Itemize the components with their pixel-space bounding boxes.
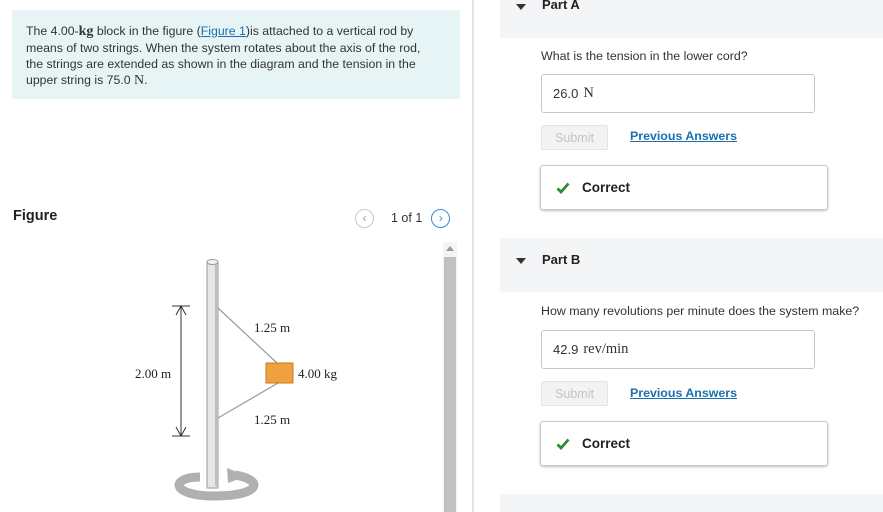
figure-count: 1 of 1 [391, 211, 423, 225]
caret-down-icon [516, 4, 526, 10]
part-b-label: Part B [542, 252, 581, 267]
unit-n: N [134, 73, 145, 88]
problem-text: the strings are extended as shown in the… [26, 57, 416, 71]
height-dimension [172, 304, 190, 438]
part-a-answer-value: 26.0 [553, 86, 579, 101]
part-b-result-text: Correct [582, 436, 631, 451]
rod [206, 259, 219, 489]
next-figure-button[interactable]: › [431, 208, 451, 228]
part-a-answer-field[interactable]: 26.0 N [541, 74, 815, 113]
chevron-left-icon: ‹ [362, 211, 367, 225]
part-b-header[interactable]: Part B [500, 238, 883, 292]
upper-string-label: 1.25 m [254, 320, 290, 335]
rotating-rod-diagram: 1.25 m 1.25 m 2.00 m 4.00 kg [135, 259, 338, 501]
part-b-previous-answers-link[interactable]: Previous Answers [630, 386, 737, 400]
figure-scrollbar[interactable] [443, 242, 457, 512]
part-a-submit-button[interactable]: Submit [541, 125, 608, 150]
part-b-answer-unit: rev/min [583, 341, 629, 357]
block [265, 362, 294, 384]
part-a-question: What is the tension in the lower cord? [541, 49, 748, 63]
part-a-answer-unit: N [583, 85, 594, 101]
mass-label: 4.00 kg [298, 366, 338, 381]
part-b-submit-button[interactable]: Submit [541, 381, 608, 406]
problem-text: . [144, 73, 148, 87]
scroll-up-icon[interactable] [446, 246, 454, 251]
height-label: 2.00 m [135, 366, 171, 381]
part-a-previous-answers-link[interactable]: Previous Answers [630, 129, 737, 143]
figure-title: Figure [13, 208, 58, 224]
part-a-header[interactable]: Part A [500, 0, 883, 38]
part-b-question: How many revolutions per minute does the… [541, 304, 860, 318]
part-b-answer-field[interactable]: 42.9 rev/min [541, 330, 815, 369]
unit-kg: kg [78, 24, 94, 39]
part-a-result-text: Correct [582, 180, 631, 195]
lower-string-label: 1.25 m [254, 412, 290, 427]
part-a-label: Part A [542, 0, 580, 12]
problem-text: upper string is 75.0 [26, 73, 135, 87]
part-c-header[interactable] [500, 494, 883, 512]
problem-statement: The 4.00-kg block in the figure (Figure … [12, 10, 460, 99]
figure-link[interactable]: Figure 1 [201, 24, 246, 38]
problem-text: The 4.00- [26, 24, 79, 38]
part-b-answer-value: 42.9 [553, 342, 579, 357]
problem-text: )is attached to a vertical rod by [245, 24, 414, 38]
problem-text: means of two strings. When the system ro… [26, 41, 421, 55]
checkmark-icon [556, 438, 570, 450]
checkmark-icon [556, 182, 570, 194]
upper-string [217, 307, 279, 365]
pane-divider[interactable] [472, 0, 474, 512]
part-a-result: Correct [540, 165, 828, 210]
figure-pager: ‹ 1 of 1 › [355, 208, 451, 228]
chevron-right-icon: › [438, 211, 443, 225]
part-b-result: Correct [540, 421, 828, 466]
scroll-thumb[interactable] [444, 257, 456, 512]
problem-text: block in the figure ( [93, 24, 201, 38]
prev-figure-button[interactable]: ‹ [355, 208, 374, 228]
caret-down-icon [516, 258, 526, 264]
